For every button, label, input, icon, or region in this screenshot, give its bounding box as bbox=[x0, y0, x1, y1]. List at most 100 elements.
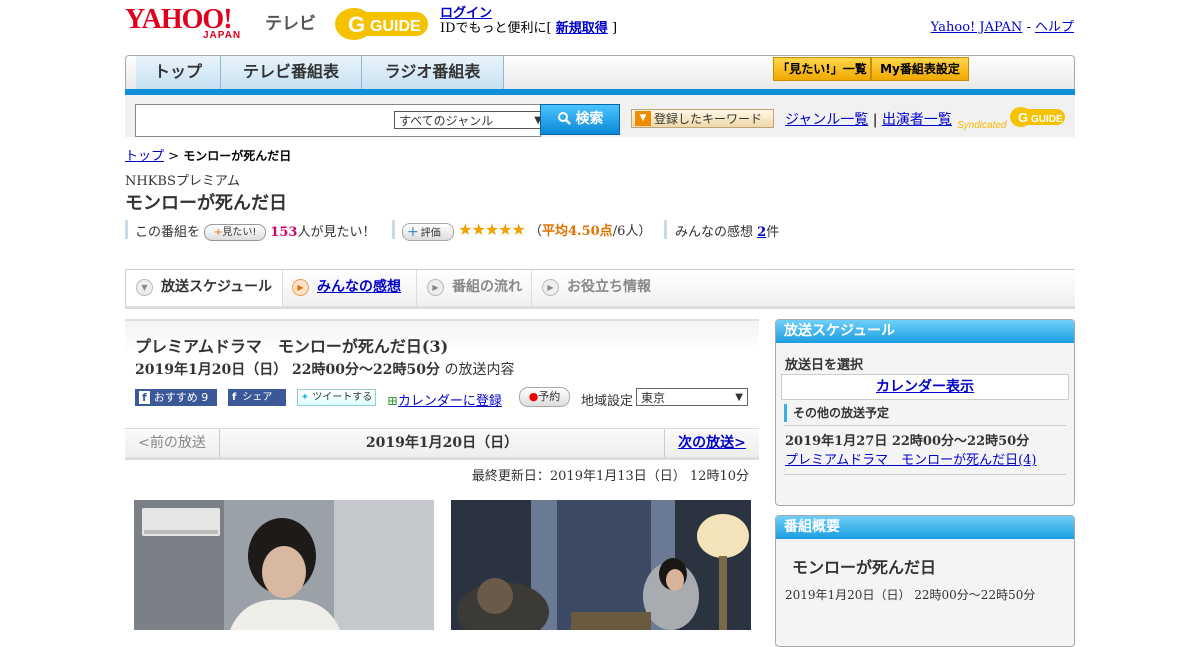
search-button-label: 検索 bbox=[575, 111, 604, 127]
reserve-label: 予約 bbox=[538, 390, 561, 403]
mitai-list-button[interactable]: 「見たい!」一覧 bbox=[773, 57, 871, 81]
dropdown-arrow-icon: ▼ bbox=[735, 392, 743, 403]
tab-schedule-label: 放送スケジュール bbox=[161, 279, 273, 295]
rating-button[interactable]: + 評価 bbox=[402, 222, 454, 241]
divider bbox=[784, 425, 1066, 426]
nav-tab-tv[interactable]: テレビ番組表 bbox=[221, 56, 362, 90]
episode-photo-1 bbox=[134, 500, 434, 630]
divider bbox=[784, 474, 1066, 475]
tab-flow-label: 番組の流れ bbox=[452, 279, 522, 295]
calendar-register-link[interactable]: カレンダーに登録 bbox=[398, 394, 502, 409]
want-button[interactable]: +見たい! bbox=[204, 224, 267, 241]
yahoo-japan-link[interactable]: Yahoo! JAPAN bbox=[931, 20, 1023, 35]
tab-flow[interactable]: ▶ 番組の流れ bbox=[417, 270, 532, 306]
search-button[interactable]: 検索 bbox=[540, 104, 620, 135]
yahoo-logo-sub: JAPAN bbox=[203, 30, 242, 41]
program-info-bar: この番組を +見たい! 153人が見たい！ + 評価 ★★★★★ （平均4.50点… bbox=[125, 220, 825, 241]
twitter-bird-icon: ✦ bbox=[300, 392, 310, 403]
login-box: ログイン IDでもっと便利に[ 新規取得 ] bbox=[440, 6, 617, 36]
want-section: この番組を +見たい! 153人が見たい！ bbox=[135, 221, 375, 241]
nav-tab-radio[interactable]: ラジオ番組表 bbox=[362, 56, 504, 90]
search-icon bbox=[557, 112, 571, 125]
login-link[interactable]: ログイン bbox=[440, 6, 492, 21]
next-broadcast-link[interactable]: 次の放送> bbox=[664, 429, 759, 457]
episode-block: プレミアムドラマ モンローが死んだ日(3) 2019年1月20日（日） 22時0… bbox=[125, 319, 759, 429]
reserve-button[interactable]: ●予約 bbox=[519, 387, 570, 407]
breadcrumb: トップ > モンローが死んだ日 bbox=[125, 145, 291, 164]
registered-keyword-button[interactable]: ▼ 登録したキーワード bbox=[631, 109, 774, 128]
help-link[interactable]: ヘルプ bbox=[1035, 20, 1074, 35]
rating-average: 平均4.50点 bbox=[542, 224, 613, 239]
fb-recommend-label: おすすめ 9 bbox=[153, 391, 209, 404]
service-name: テレビ bbox=[265, 14, 316, 34]
prev-broadcast[interactable]: <前の放送 bbox=[125, 429, 220, 457]
search-input[interactable]: すべてのジャンル ▼ bbox=[135, 104, 547, 137]
page-title: モンローが死んだ日 bbox=[125, 193, 287, 214]
tweet-button[interactable]: ✦ ツイートする bbox=[297, 389, 376, 406]
overview-title: モンローが死んだ日 bbox=[792, 558, 937, 577]
other-broadcasts-heading: その他の放送予定 bbox=[784, 404, 889, 422]
want-suffix: 人が見たい！ bbox=[297, 225, 376, 240]
genre-select-value: すべてのジャンル bbox=[399, 114, 494, 128]
breadcrumb-top-link[interactable]: トップ bbox=[125, 149, 164, 164]
episode-datetime: 2019年1月20日（日） 22時00分～22時50分 bbox=[135, 362, 440, 378]
schedule-panel: 放送スケジュール 放送日を選択 カレンダー表示 その他の放送予定 2019年1月… bbox=[775, 319, 1075, 506]
genre-select[interactable]: すべてのジャンル ▼ bbox=[394, 111, 547, 129]
svg-text:GUIDE: GUIDE bbox=[1031, 114, 1063, 125]
facebook-recommend-button[interactable]: f おすすめ 9 bbox=[135, 389, 217, 406]
facebook-share-button[interactable]: f シェア bbox=[228, 389, 286, 406]
rating-stars: ★★★★★ bbox=[458, 220, 526, 239]
gguide-logo[interactable]: G GUIDE bbox=[334, 6, 432, 42]
region-value: 東京 bbox=[641, 391, 666, 405]
svg-text:G: G bbox=[348, 12, 365, 37]
want-button-label: 見たい! bbox=[222, 227, 257, 238]
region-select[interactable]: 東京 ▼ bbox=[636, 388, 748, 406]
chevron-right-icon: ▶ bbox=[292, 278, 309, 296]
other-broadcast-link[interactable]: プレミアムドラマ モンローが死んだ日(4) bbox=[785, 449, 1037, 468]
rating-section: + 評価 ★★★★★ （平均4.50点/6人） bbox=[402, 220, 651, 241]
want-prefix: この番組を bbox=[135, 225, 201, 240]
info-divider bbox=[125, 220, 128, 239]
rating-button-label: 評価 bbox=[420, 227, 441, 239]
tab-schedule[interactable]: ▼ 放送スケジュール bbox=[125, 270, 283, 306]
cast-list-link[interactable]: 出演者一覧 bbox=[882, 112, 952, 128]
login-bracket: ] bbox=[611, 21, 618, 36]
episode-datetime-suffix: の放送内容 bbox=[444, 362, 515, 378]
my-guide-settings-button[interactable]: My番組表設定 bbox=[871, 57, 969, 81]
chevron-right-icon: ▶ bbox=[542, 278, 559, 296]
record-dot-icon: ● bbox=[528, 390, 539, 403]
genre-list-link[interactable]: ジャンル一覧 bbox=[785, 112, 868, 128]
episode-photo-2 bbox=[451, 500, 751, 630]
tab-reviews-label: みんなの感想 bbox=[317, 279, 401, 295]
broadcast-date-nav: <前の放送 2019年1月20日（日） 次の放送> bbox=[125, 428, 759, 460]
tab-useful-info[interactable]: ▶ お役立ち情報 bbox=[532, 270, 662, 306]
syndicated-text: Syndicated bbox=[957, 120, 1007, 131]
rating-people: /6人） bbox=[612, 224, 652, 239]
calendar-register: ⊞カレンダーに登録 bbox=[387, 390, 502, 409]
syndicated-gguide-logo: Syndicated G GUIDE bbox=[957, 102, 1069, 132]
want-count: 153 bbox=[270, 225, 298, 240]
tab-useful-info-label: お役立ち情報 bbox=[567, 279, 651, 295]
tab-reviews[interactable]: ▶ みんなの感想 bbox=[282, 270, 417, 306]
keyword-button-label: 登録したキーワード bbox=[654, 112, 763, 126]
rating-open: （ bbox=[529, 224, 543, 239]
tweet-label: ツイートする bbox=[312, 392, 373, 403]
review-count-link[interactable]: 2 bbox=[757, 225, 766, 240]
facebook-icon: f bbox=[139, 391, 150, 404]
last-updated: 最終更新日：2019年1月13日（日） 12時10分 bbox=[471, 469, 749, 484]
info-divider bbox=[664, 220, 667, 239]
overview-time: 2019年1月20日（日） 22時00分～22時50分 bbox=[785, 588, 1036, 602]
fb-share-label: シェア bbox=[242, 392, 273, 403]
dropdown-triangle-icon: ▼ bbox=[635, 111, 651, 126]
calendar-plus-icon: ⊞ bbox=[387, 394, 398, 409]
search-bar: すべてのジャンル ▼ 検索 ▼ 登録したキーワード ジャンル一覧 | 出演者一覧… bbox=[125, 95, 1075, 137]
header-links: Yahoo! JAPAN - ヘルプ bbox=[931, 16, 1074, 35]
episode-datetime-line: 2019年1月20日（日） 22時00分～22時50分 の放送内容 bbox=[135, 359, 514, 379]
signup-link[interactable]: 新規取得 bbox=[556, 21, 608, 36]
calendar-view-button[interactable]: カレンダー表示 bbox=[781, 374, 1069, 400]
nav-tab-top[interactable]: トップ bbox=[136, 56, 221, 90]
yahoo-japan-logo[interactable]: YAHOO! JAPAN bbox=[125, 6, 261, 42]
facebook-icon: f bbox=[232, 392, 237, 403]
breadcrumb-current: モンローが死んだ日 bbox=[183, 149, 292, 163]
overview-panel: 番組概要 モンローが死んだ日 2019年1月20日（日） 22時00分～22時5… bbox=[775, 515, 1075, 647]
